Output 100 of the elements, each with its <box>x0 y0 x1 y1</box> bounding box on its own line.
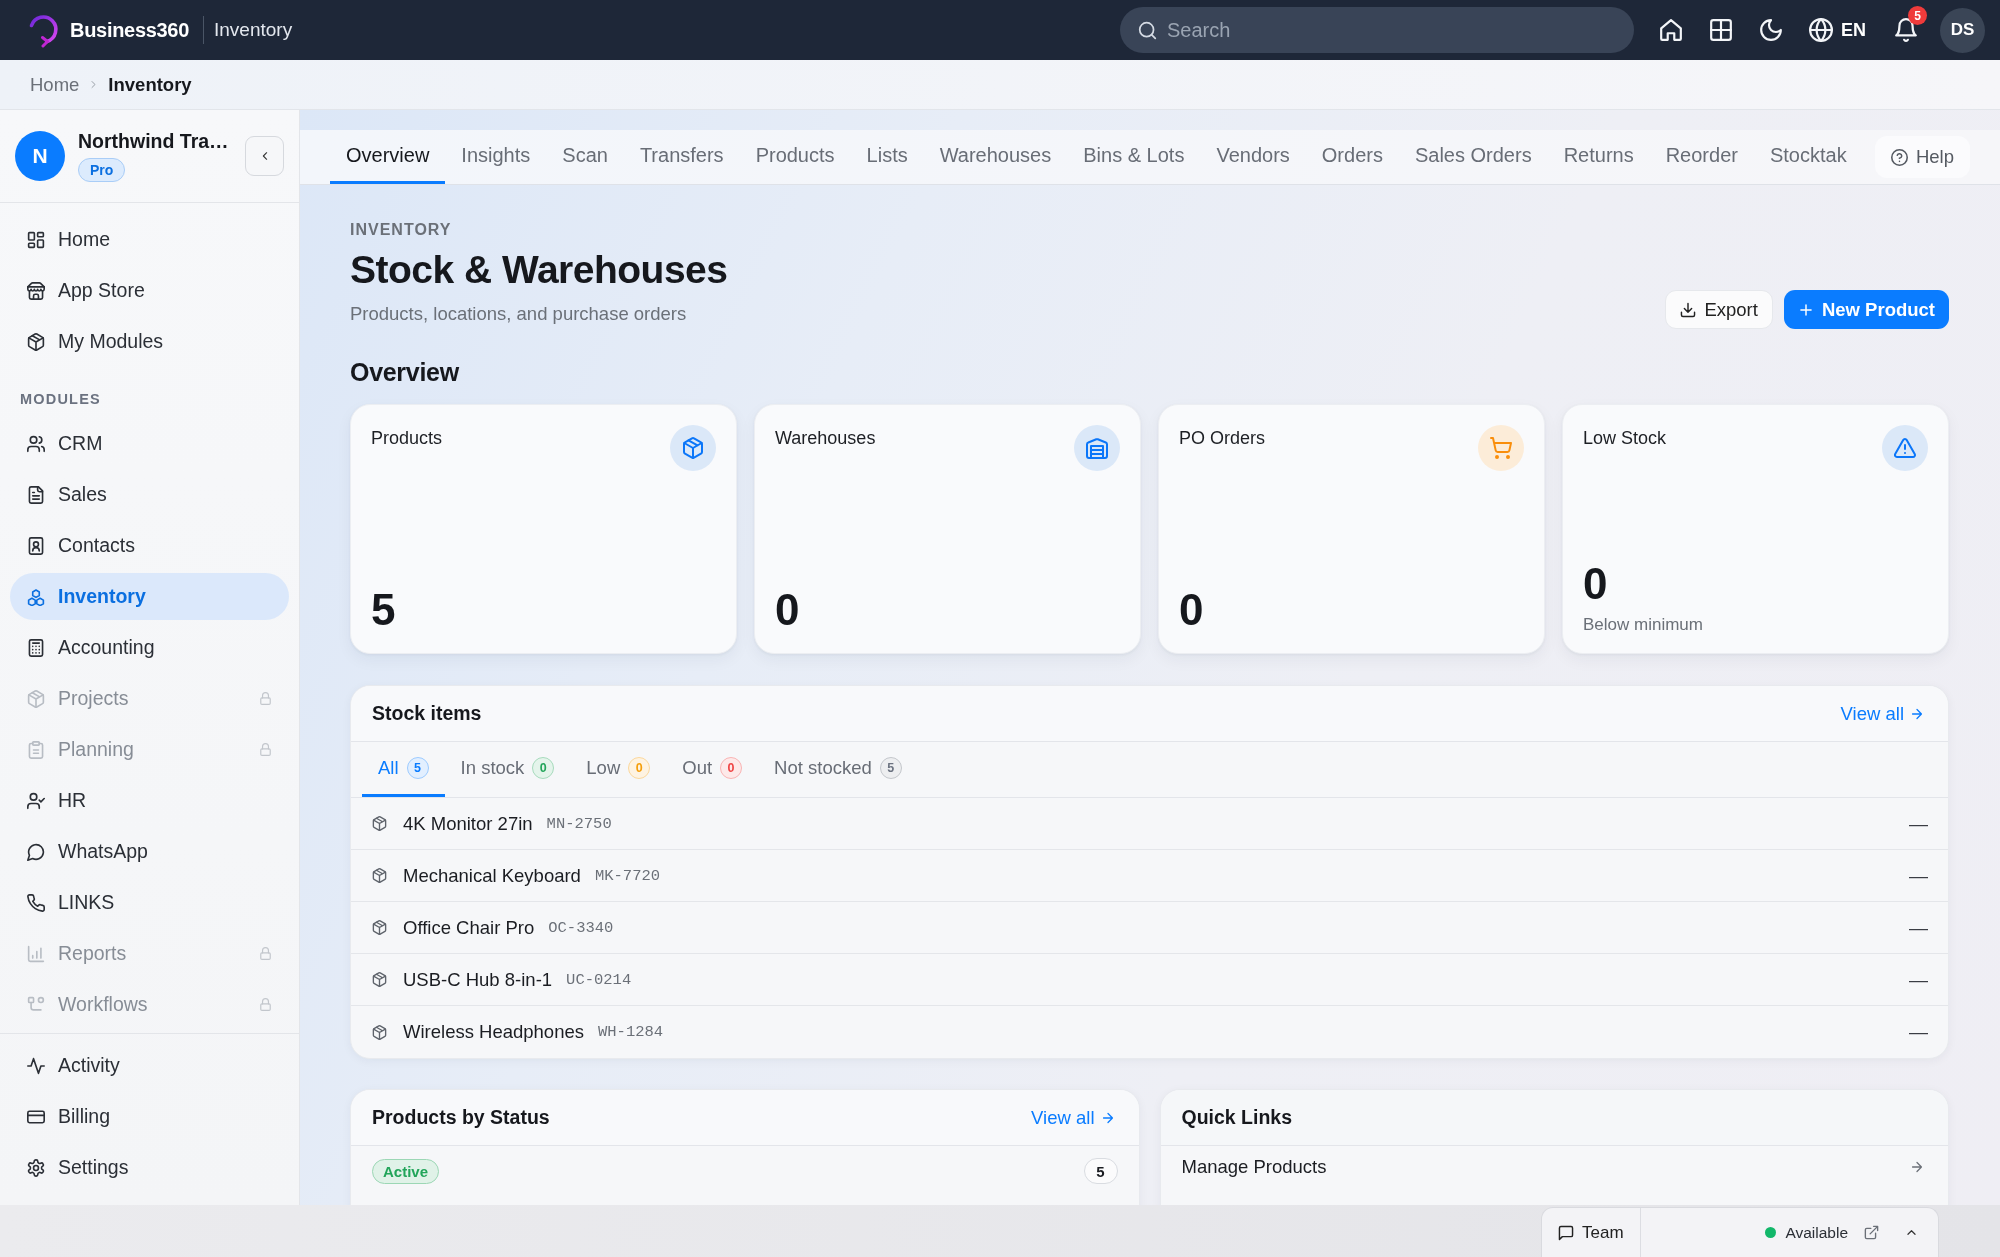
help-icon <box>1890 148 1908 166</box>
status-badge: Active <box>372 1158 440 1184</box>
package-icon <box>27 332 45 351</box>
grid-icon[interactable] <box>1709 18 1733 42</box>
sidebar-item[interactable]: WhatsApp <box>10 828 289 875</box>
calculator-icon <box>27 638 45 657</box>
sku-code: WH-1284 <box>598 1023 664 1041</box>
tab[interactable]: Transfers <box>623 130 740 184</box>
view-all-link[interactable]: View all <box>1031 1106 1115 1129</box>
tab[interactable]: Stocktak <box>1753 130 1863 184</box>
product-name[interactable]: Mechanical Keyboard <box>403 864 581 887</box>
language-selector[interactable]: EN <box>1841 19 1866 41</box>
moon-icon[interactable] <box>1759 18 1783 42</box>
sidebar-item[interactable]: Settings <box>10 1144 289 1191</box>
count-badge: 5 <box>1083 1158 1118 1184</box>
filter-tab[interactable]: Out 0 <box>666 742 759 797</box>
tab[interactable]: Vendors <box>1200 130 1306 184</box>
bell-icon[interactable] <box>1894 18 1918 42</box>
tab[interactable]: Lists <box>850 130 924 184</box>
clipboard-icon <box>27 740 45 759</box>
team-button[interactable]: Team <box>1542 1208 1641 1257</box>
users-icon <box>27 434 45 453</box>
breadcrumb-item[interactable]: Home <box>30 73 80 96</box>
arrow-right-icon <box>1910 1160 1924 1174</box>
sidebar-item[interactable]: Activity <box>10 1042 289 1089</box>
tab[interactable]: Insights <box>445 130 547 184</box>
page-title: Stock & Warehouses <box>350 247 728 293</box>
section-title: Inventory <box>214 19 293 41</box>
tab[interactable]: Scan <box>546 130 624 184</box>
stat-note: Below minimum <box>1583 615 1703 635</box>
tab[interactable]: Overview <box>330 130 446 184</box>
filter-tab[interactable]: Low 0 <box>570 742 667 797</box>
filter-tab[interactable]: Not stocked 5 <box>758 742 918 797</box>
package-icon <box>372 816 387 831</box>
stock-quantity: — <box>1909 968 1928 991</box>
layout-grid-icon <box>27 230 45 249</box>
product-name[interactable]: Wireless Headphones <box>403 1021 584 1043</box>
sidebar-item[interactable]: Home <box>10 216 289 263</box>
document-icon <box>27 485 45 504</box>
boxes-icon <box>27 587 45 606</box>
filter-tab[interactable]: All 5 <box>362 742 445 797</box>
arrow-right-icon <box>1100 1110 1115 1125</box>
sidebar-item[interactable]: Billing <box>10 1093 289 1140</box>
lock-icon <box>259 743 272 756</box>
home-icon[interactable] <box>1659 18 1683 42</box>
stat-title: Products <box>371 427 443 450</box>
product-name[interactable]: Office Chair Pro <box>403 916 535 939</box>
plus-icon <box>1797 301 1814 318</box>
sidebar-item[interactable]: Sales <box>10 471 289 518</box>
view-all-link[interactable]: View all <box>1840 702 1924 725</box>
product-name[interactable]: USB-C Hub 8-in-1 <box>403 968 553 991</box>
sidebar-item[interactable]: LINKS <box>10 879 289 926</box>
user-avatar[interactable]: DS <box>1940 7 1985 53</box>
tab[interactable]: Products <box>739 130 851 184</box>
sidebar-item[interactable]: HR <box>10 777 289 824</box>
notification-badge: 5 <box>1908 6 1927 25</box>
sidebar-item[interactable]: Accounting <box>10 624 289 671</box>
count-badge: 0 <box>628 757 651 779</box>
count-badge: 5 <box>879 757 902 779</box>
sidebar-item[interactable]: My Modules <box>10 318 289 365</box>
page-subtitle: Products, locations, and purchase orders <box>350 302 687 326</box>
stat-title: PO Orders <box>1179 427 1266 450</box>
stat-title: Low Stock <box>1583 427 1667 450</box>
section-heading: MODULES <box>19 390 102 409</box>
card-title: Products by Status <box>372 1106 550 1129</box>
search-field[interactable]: Search <box>1120 7 1634 53</box>
sidebar-item[interactable]: CRM <box>10 420 289 467</box>
sku-code: MK-7720 <box>594 866 661 885</box>
sidebar-item[interactable]: Workflows <box>10 981 289 1028</box>
tab[interactable]: Warehouses <box>923 130 1068 184</box>
external-link-icon[interactable] <box>1864 1225 1879 1240</box>
product-name[interactable]: 4K Monitor 27in <box>403 812 533 835</box>
help-button[interactable]: Help <box>1874 136 1970 178</box>
sidebar-item[interactable]: Contacts <box>10 522 289 569</box>
lock-icon <box>259 947 272 960</box>
chat-bubble-icon <box>27 842 45 861</box>
stat-value: 0 <box>1583 559 1608 609</box>
tab[interactable]: Sales Orders <box>1398 130 1548 184</box>
sidebar-item[interactable]: Inventory <box>10 573 289 620</box>
export-button[interactable]: Export <box>1665 290 1773 329</box>
count-badge: 5 <box>406 757 429 779</box>
sidebar-item[interactable]: Projects <box>10 675 289 722</box>
tab[interactable]: Bins & Lots <box>1067 130 1201 184</box>
sidebar-item[interactable]: App Store <box>10 267 289 314</box>
package-icon <box>372 1024 387 1040</box>
sku-code: OC-3340 <box>548 918 614 937</box>
credit-card-icon <box>27 1107 45 1126</box>
tab[interactable]: Orders <box>1305 130 1399 184</box>
quick-link[interactable]: Manage Products <box>1181 1156 1327 1178</box>
sidebar-item[interactable]: Planning <box>10 726 289 773</box>
sidebar-item[interactable]: Reports <box>10 930 289 977</box>
filter-tab[interactable]: In stock 0 <box>444 742 571 797</box>
phone-icon <box>27 893 45 912</box>
lock-icon <box>259 692 272 705</box>
new-product-button[interactable]: New Product <box>1783 290 1949 329</box>
tab[interactable]: Returns <box>1547 130 1650 184</box>
presence-status[interactable]: Available <box>1785 1223 1848 1242</box>
tab[interactable]: Reorder <box>1649 130 1754 184</box>
workflow-icon <box>27 995 45 1014</box>
globe-icon[interactable] <box>1809 18 1833 42</box>
